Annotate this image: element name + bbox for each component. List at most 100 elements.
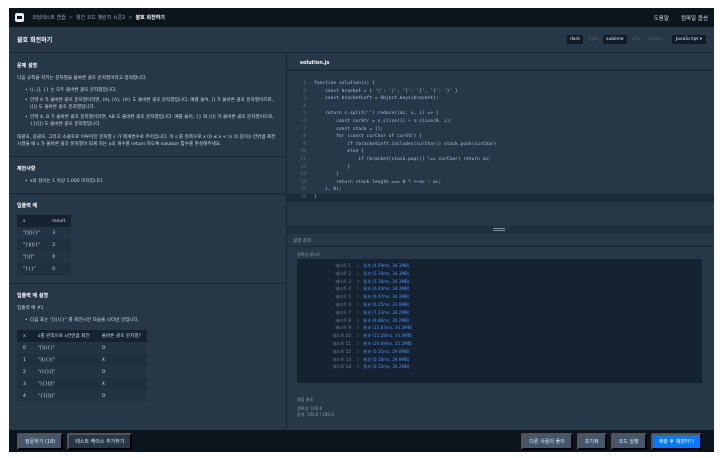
explain-subtitle: 입출력 예 #1 (17, 306, 44, 311)
cell: 0 (52, 266, 56, 272)
code-line[interactable]: 12 } (287, 164, 714, 172)
code-text[interactable]: } (314, 194, 317, 202)
code-text[interactable]: return stack.length === 0 ? ++ac : ac; (314, 179, 441, 187)
code-line[interactable]: 10 else { (287, 148, 714, 156)
cell: 4 (23, 393, 26, 399)
cell: X (101, 357, 105, 363)
cell: "[)(]" (23, 254, 35, 260)
code-text[interactable]: if (bracketLeft.includes(curChar)) stack… (314, 141, 496, 149)
code-text[interactable]: const bracketLeft = Object.keys(bracket)… (314, 95, 438, 103)
code-text[interactable]: function solution(s) { (314, 80, 375, 88)
code-text[interactable]: const curStr = s.slice(i) + s.slice(0, i… (314, 118, 452, 126)
list-item: s의 길이는 1 이상 1,000 이하입니다. (25, 178, 278, 185)
theme-sublime[interactable]: sublime (603, 35, 627, 44)
theme-emacs[interactable]: emacs (645, 35, 666, 44)
code-line[interactable]: 8 for (const curChar of curStr) { (287, 133, 714, 141)
code-line[interactable]: 15 }, 0); (287, 186, 714, 194)
code-line[interactable]: 6 const curStr = s.slice(i) + s.slice(0,… (287, 118, 714, 126)
cell: "[](){}" (37, 345, 56, 351)
line-number: 8 (303, 134, 306, 140)
code-area[interactable]: 1 function solution(s) {2 const bracket =… (287, 80, 714, 202)
table-row: 1 "](){}[" X (17, 354, 147, 366)
separator: 〉 (357, 286, 362, 292)
results-subtitle: 정확성 테스트 (297, 252, 321, 257)
code-text[interactable]: } (314, 164, 350, 172)
list-item: 만약 A 가 올바른 괄호 문자열이라면, (A), [A], {A} 도 올바… (25, 97, 278, 111)
help-link[interactable]: 도움말 (654, 14, 669, 22)
code-text[interactable]: } (314, 171, 339, 179)
code-line[interactable]: 1 function solution(s) { (287, 80, 714, 88)
breadcrumb-2[interactable]: 월간 코드 챌린지 시즌2 (76, 14, 125, 21)
test-case-label: 테스트 9 (335, 325, 351, 331)
code-line[interactable]: 4 (287, 103, 714, 111)
code-line[interactable]: 7 const stack = []; (287, 126, 714, 134)
theme-dark[interactable]: dark (566, 35, 584, 44)
column-header: s (23, 218, 26, 224)
code-text[interactable]: for (const curChar of curStr) { (314, 133, 422, 141)
cell: "}]()[{" (23, 242, 41, 248)
results-panel: 실행 결과 정확성 테스트 테스트 1 〉 통과 (4.59ms, 34.1MB)… (287, 234, 714, 430)
code-line[interactable]: 2 const bracket = { '(': ')', '[': ']', … (287, 88, 714, 96)
editor-results-splitter[interactable] (287, 226, 714, 234)
code-line[interactable]: 3 const bracketLeft = Object.keys(bracke… (287, 95, 714, 103)
cell: O (101, 369, 106, 375)
divider (287, 70, 714, 71)
code-editor[interactable]: solution.js 1 function solution(s) {2 con… (287, 54, 714, 226)
description-title: 문제 설명 (17, 63, 38, 69)
language-select[interactable]: JavaScript ▾ (671, 35, 706, 44)
cell: 3 (52, 230, 56, 236)
separator: 〉 (357, 325, 362, 331)
test-case-label: 테스트 14 (332, 364, 351, 370)
result-row: 테스트 1 〉 통과 (4.59ms, 34.1MB) (297, 262, 702, 270)
submit-button[interactable]: 제출 후 채점하기 (650, 432, 702, 450)
result-row: 테스트 2 〉 통과 (5.10ms, 34.3MB) (297, 270, 702, 278)
results-title: 실행 결과 (293, 239, 311, 244)
limits-list: s의 길이는 1 이상 1,000 이하입니다. (25, 178, 278, 185)
test-result: 통과 (20.69ms, 35.2MB) (363, 340, 413, 346)
code-text[interactable]: else { (314, 148, 364, 156)
code-line[interactable]: 16} (287, 193, 714, 202)
separator: 〉 (357, 333, 362, 339)
ask-question-button[interactable]: 질문하기 (18) (17, 432, 64, 450)
code-line[interactable]: 13 } (287, 171, 714, 179)
breadcrumb-1[interactable]: 코딩테스트 연습 (32, 14, 66, 21)
app-window: 코딩테스트 연습 > 월간 코드 챌린지 시즌2 > 괄호 회전하기 도움말 컴… (9, 8, 714, 452)
page-title: 괄호 회전하기 (17, 37, 53, 44)
code-text[interactable]: }, 0); (314, 186, 342, 194)
test-case-label: 테스트 6 (335, 301, 351, 307)
column-header: 올바른 괄호 문자열? (101, 334, 141, 339)
code-line[interactable]: 14 return stack.length === 0 ? ++ac : ac… (287, 179, 714, 187)
cell: "}}}" (23, 266, 36, 272)
code-line[interactable]: 5 return s.split('').reduce((ac, v, i) =… (287, 110, 714, 118)
others-solutions-button[interactable]: 다른 사람의 풀이 (521, 432, 573, 450)
cell: 3 (23, 381, 26, 387)
top-nav: 코딩테스트 연습 > 월간 코드 챌린지 시즌2 > 괄호 회전하기 도움말 컴… (9, 8, 714, 27)
io-table: s result "[](){}" 3 "}]()[{" 2 "[)(]" 0 "}}… (17, 215, 72, 275)
total-score: 합계: 100.0 / 100.0 (297, 412, 334, 417)
theme-vim[interactable]: vim (629, 35, 643, 44)
line-number: 12 (300, 164, 306, 170)
breadcrumb-current: 괄호 회전하기 (135, 15, 165, 21)
add-testcase-button[interactable]: 테스트 케이스 추가하기 (67, 432, 133, 450)
test-result: 통과 (0.18ms, 29.9MB) (363, 356, 410, 362)
theme-light[interactable]: light (585, 35, 601, 44)
challenge-header: 괄호 회전하기 dark light sublime vim emacs Jav… (9, 27, 714, 53)
divider (9, 156, 286, 157)
code-text[interactable]: const stack = []; (314, 126, 383, 134)
code-text[interactable]: const bracket = { '(': ')', '[': ']', '{… (314, 88, 458, 96)
code-text[interactable]: return s.split('').reduce((ac, v, i) => … (314, 110, 438, 118)
compile-options-link[interactable]: 컴파일 옵션 (681, 14, 708, 22)
reset-button[interactable]: 초기화 (576, 432, 607, 450)
code-line[interactable]: 9 if (bracketLeft.includes(curChar)) sta… (287, 141, 714, 149)
code-text[interactable]: if (bracket[stack.pop()] !== curChar) re… (314, 156, 491, 164)
cell: 0 (52, 254, 56, 260)
code-line[interactable]: 11 if (bracket[stack.pop()] !== curChar)… (287, 156, 714, 164)
logo-icon[interactable] (15, 13, 24, 22)
separator: 〉 (357, 278, 362, 284)
table-row: "[](){}" 3 (17, 227, 72, 239)
drag-handle-icon[interactable] (493, 228, 505, 231)
run-code-button[interactable]: 코드 실행 (610, 432, 647, 450)
test-result: 통과 (7.13ms, 34.2MB) (363, 309, 410, 315)
line-number: 4 (303, 103, 306, 109)
test-case-label: 테스트 2 (335, 270, 351, 276)
